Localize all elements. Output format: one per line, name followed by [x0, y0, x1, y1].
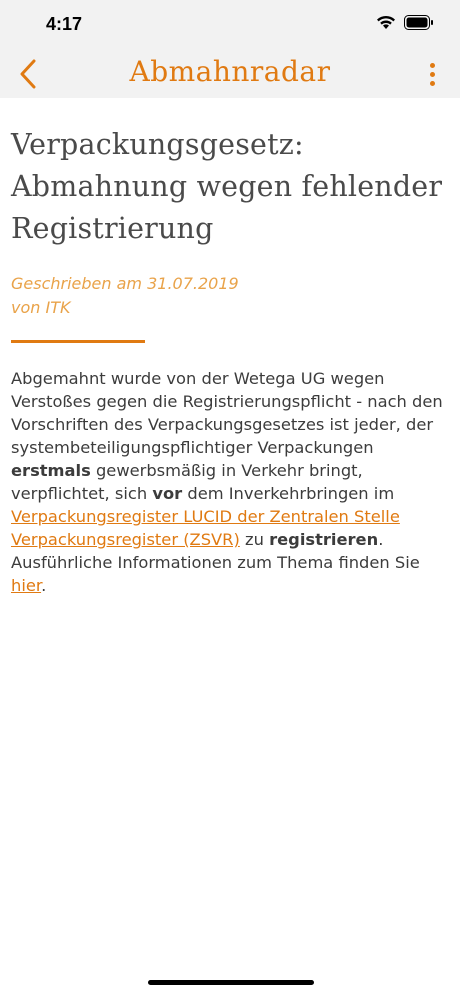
body-text-4: zu [245, 530, 264, 549]
publish-date: Geschrieben am 31.07.2019 [11, 274, 239, 293]
article-title: Verpackungsgesetz: Abmahnung wegen fehle… [11, 128, 443, 245]
status-bar: 4:17 [0, 0, 460, 50]
more-vertical-icon [429, 62, 435, 68]
body-text-6: . [41, 576, 47, 595]
body-text-3: dem Inverkehrbringen im [187, 484, 395, 503]
body-bold-1: erstmals [11, 461, 91, 480]
battery-icon [404, 15, 434, 34]
body-bold-2: vor [152, 484, 183, 503]
body-text-1: Abgemahnt wurde von der Wetega UG wegen … [11, 369, 443, 457]
article-meta: Geschrieben am 31.07.2019 von ITK [11, 272, 447, 320]
more-options-button[interactable] [422, 58, 442, 90]
app-title: Abmahnradar [129, 55, 331, 88]
article: Verpackungsgesetz: Abmahnung wegen fehle… [11, 124, 447, 597]
author: von ITK [11, 298, 71, 317]
more-info-link[interactable]: hier [11, 576, 41, 595]
status-time: 4:17 [46, 14, 83, 34]
home-indicator[interactable] [148, 980, 314, 985]
status-icons [376, 15, 434, 34]
navigation-bar: Abmahnradar [0, 50, 460, 98]
divider [11, 340, 145, 343]
article-body: Abgemahnt wurde von der Wetega UG wegen … [11, 367, 456, 597]
wifi-icon [376, 15, 396, 34]
body-bold-3: registrieren [269, 530, 379, 549]
